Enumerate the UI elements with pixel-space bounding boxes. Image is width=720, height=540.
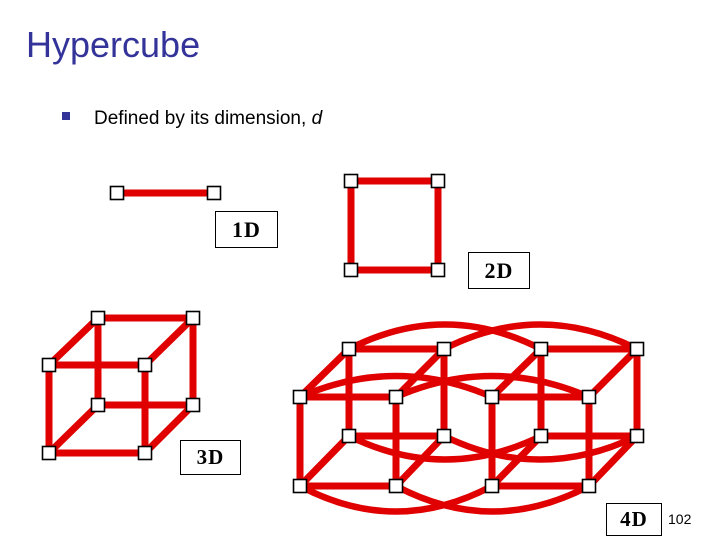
page-title: Hypercube [26,24,201,65]
dimension-label-4d: 4D [606,503,662,536]
bullet-item: Defined by its dimension, d [62,108,322,130]
figure-4d-hyper-edges [296,321,641,515]
figure-2d [343,173,446,278]
figure-3d [41,310,201,461]
figure-2d-nodes [343,173,446,278]
figure-4d-right-cube [488,345,641,490]
figure-4d-nodes [292,341,645,494]
figure-4d-left-cube [296,345,448,490]
figure-1d [109,185,222,201]
figure-3d-nodes [41,310,201,461]
dimension-label-2d: 2D [468,252,530,289]
bullet-item-label: Defined by its dimension, d [94,108,322,130]
slide-canvas: Hypercube Defined by its dimension, d 1D… [0,0,720,540]
dimension-label-1d: 1D [215,211,278,248]
bullet-text-italic: d [311,108,323,129]
bullet-text-prefix: Defined by its dimension, [94,108,312,129]
hypercube-figures [41,173,645,515]
figure-1d-nodes [109,185,222,201]
page-number: 102 [668,511,692,527]
square-bullet-icon [62,112,70,120]
figure-4d [292,321,645,515]
dimension-label-3d: 3D [180,440,241,475]
